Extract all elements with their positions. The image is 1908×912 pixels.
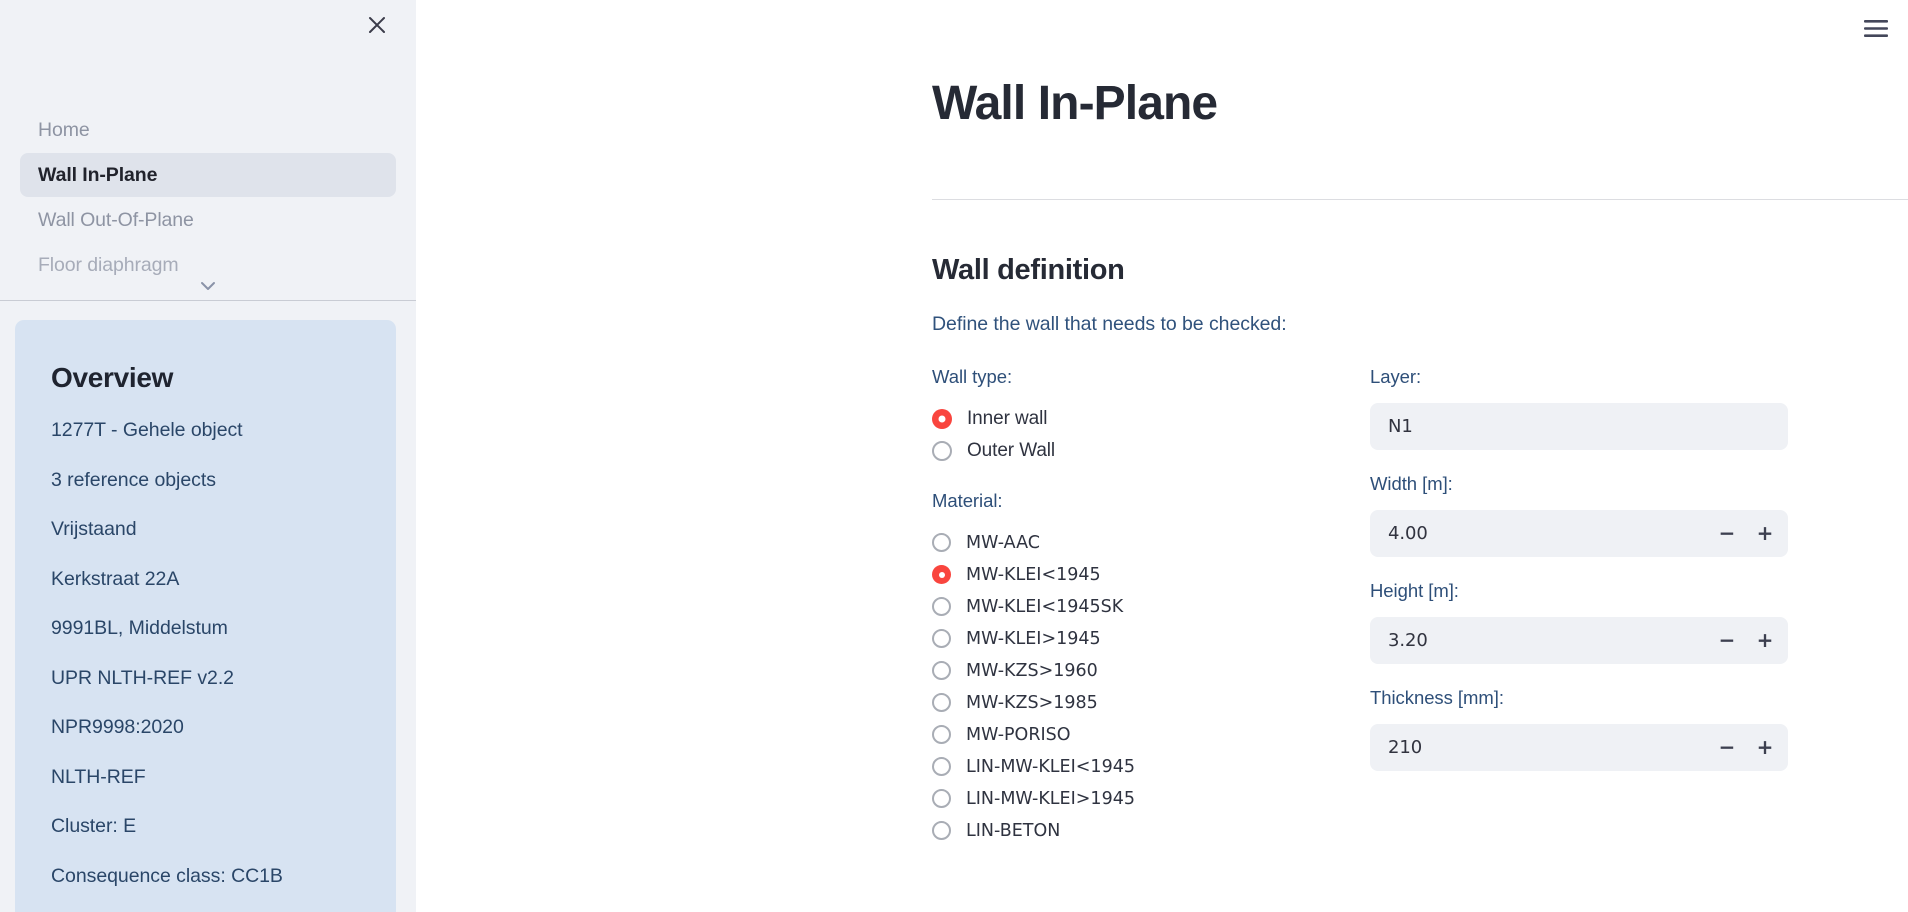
radio-option-outer-wall[interactable]: Outer Wall — [932, 435, 1370, 467]
radio-label: MW-KZS>1985 — [966, 692, 1098, 713]
width-decrement-button[interactable]: − — [1718, 518, 1736, 548]
page-title: Wall In-Plane — [932, 77, 1218, 130]
radio-label: LIN-BETON — [966, 820, 1061, 841]
radio-lin-mw-klei-gt-1945-icon[interactable] — [932, 789, 951, 809]
overview-title: Overview — [51, 362, 174, 393]
radio-lin-beton-icon[interactable] — [932, 821, 951, 841]
sidebar-item-label: Home — [38, 118, 90, 141]
radio-mw-aac-icon[interactable] — [932, 533, 951, 553]
overview-line-upr: UPR NLTH-REF v2.2 — [51, 666, 234, 689]
form-column-left: Wall type: Inner wall Outer Wall Materia… — [932, 366, 1370, 870]
width-label: Width [m]: — [1370, 472, 1453, 494]
field-thickness: Thickness [mm]: 210 − + — [1370, 687, 1788, 771]
layer-value: N1 — [1388, 415, 1413, 437]
form-columns: Wall type: Inner wall Outer Wall Materia… — [932, 366, 1908, 870]
radio-option-mw-kzs-gt-1960[interactable]: MW-KZS>1960 — [932, 655, 1370, 687]
overview-panel: Overview 1277T - Gehele object 3 referen… — [15, 320, 396, 912]
overview-line-consequence-class: Consequence class: CC1B — [51, 864, 283, 887]
radio-label: MW-PORISO — [966, 724, 1071, 745]
sidebar-item-wall-out-of-plane[interactable]: Wall Out-Of-Plane — [20, 198, 396, 242]
overview-line-postcode-city: 9991BL, Middelstum — [51, 617, 228, 639]
radio-label: Outer Wall — [967, 439, 1056, 461]
layer-input[interactable]: N1 — [1370, 402, 1788, 450]
height-decrement-button[interactable]: − — [1718, 625, 1736, 655]
width-increment-button[interactable]: + — [1756, 518, 1774, 548]
main-content: Wall In-Plane Wall definition Define the… — [416, 0, 1908, 912]
radio-option-lin-mw-klei-lt-1945[interactable]: LIN-MW-KLEI<1945 — [932, 751, 1370, 783]
thickness-decrement-button[interactable]: − — [1718, 732, 1736, 762]
radio-label: LIN-MW-KLEI>1945 — [966, 788, 1135, 809]
thickness-stepper: − + — [1718, 724, 1774, 771]
overview-line-norm: NPR9998:2020 — [51, 716, 184, 738]
radio-option-lin-mw-klei-gt-1945[interactable]: LIN-MW-KLEI>1945 — [932, 783, 1370, 815]
radio-mw-kzs-gt-1985-icon[interactable] — [932, 693, 951, 713]
radio-option-mw-klei-lt-1945[interactable]: MW-KLEI<1945 — [932, 559, 1370, 591]
overview-line-building-type: Vrijstaand — [51, 518, 137, 540]
thickness-increment-button[interactable]: + — [1756, 732, 1774, 762]
content-column: Wall In-Plane Wall definition Define the… — [932, 0, 1908, 870]
material-radio-group: MW-AAC MW-KLEI<1945 MW-KLEI<1945SK MW-KL… — [932, 527, 1370, 847]
thickness-label: Thickness [mm]: — [1370, 686, 1504, 708]
radio-mw-poriso-icon[interactable] — [932, 725, 951, 745]
wall-type-radio-group: Inner wall Outer Wall — [932, 403, 1370, 467]
section-title-wall-definition: Wall definition — [932, 253, 1125, 286]
radio-inner-wall-icon[interactable] — [932, 408, 952, 429]
radio-option-mw-poriso[interactable]: MW-PORISO — [932, 719, 1370, 751]
radio-label: MW-KLEI<1945 — [966, 564, 1101, 585]
radio-outer-wall-icon[interactable] — [932, 440, 952, 461]
sidebar-item-label: Wall In-Plane — [38, 163, 158, 186]
radio-label: Inner wall — [967, 407, 1048, 429]
overview-line-object: 1277T - Gehele object — [51, 419, 243, 441]
radio-lin-mw-klei-lt-1945-icon[interactable] — [932, 757, 951, 777]
radio-label: MW-KLEI<1945SK — [966, 596, 1124, 617]
width-input[interactable]: 4.00 − + — [1370, 509, 1788, 557]
sidebar-item-label: Wall Out-Of-Plane — [38, 208, 194, 231]
sidebar: Home Wall In-Plane Wall Out-Of-Plane Flo… — [0, 0, 416, 912]
width-value: 4.00 — [1388, 522, 1428, 544]
radio-option-lin-beton[interactable]: LIN-BETON — [932, 815, 1370, 847]
height-increment-button[interactable]: + — [1756, 625, 1774, 655]
form-column-right: Layer: N1 Width [m]: 4.00 − + Height [m]… — [1370, 366, 1788, 870]
radio-mw-klei-lt-1945-icon[interactable] — [932, 565, 951, 585]
thickness-value: 210 — [1388, 736, 1423, 758]
radio-label: MW-KZS>1960 — [966, 660, 1098, 681]
height-value: 3.20 — [1388, 629, 1428, 651]
sidebar-item-label: Floor diaphragm — [38, 253, 179, 276]
radio-option-mw-aac[interactable]: MW-AAC — [932, 527, 1370, 559]
radio-option-mw-klei-lt-1945sk[interactable]: MW-KLEI<1945SK — [932, 591, 1370, 623]
close-icon[interactable] — [360, 8, 394, 42]
height-input[interactable]: 3.20 − + — [1370, 616, 1788, 664]
app-root: Home Wall In-Plane Wall Out-Of-Plane Flo… — [0, 0, 1908, 912]
title-divider — [932, 198, 1908, 200]
overview-line-street: Kerkstraat 22A — [51, 567, 180, 590]
radio-label: MW-KLEI>1945 — [966, 628, 1101, 649]
overview-line-cluster: Cluster: E — [51, 815, 137, 837]
material-label: Material: — [932, 489, 1003, 511]
sidebar-item-wall-in-plane[interactable]: Wall In-Plane — [20, 153, 396, 197]
radio-mw-klei-gt-1945-icon[interactable] — [932, 629, 951, 649]
section-description: Define the wall that needs to be checked… — [932, 312, 1287, 335]
field-height: Height [m]: 3.20 − + — [1370, 580, 1788, 664]
radio-mw-klei-lt-1945sk-icon[interactable] — [932, 597, 951, 617]
radio-label: LIN-MW-KLEI<1945 — [966, 756, 1135, 777]
field-layer: Layer: N1 — [1370, 366, 1788, 450]
overview-line-reference-objects: 3 reference objects — [51, 468, 216, 491]
layer-label: Layer: — [1370, 365, 1422, 387]
sidebar-divider — [0, 300, 416, 301]
chevron-down-icon[interactable] — [0, 281, 416, 291]
radio-option-mw-kzs-gt-1985[interactable]: MW-KZS>1985 — [932, 687, 1370, 719]
wall-type-label: Wall type: — [932, 365, 1013, 387]
radio-option-mw-klei-gt-1945[interactable]: MW-KLEI>1945 — [932, 623, 1370, 655]
radio-option-inner-wall[interactable]: Inner wall — [932, 403, 1370, 435]
overview-line-method: NLTH-REF — [51, 765, 146, 788]
radio-mw-kzs-gt-1960-icon[interactable] — [932, 661, 951, 681]
field-width: Width [m]: 4.00 − + — [1370, 473, 1788, 557]
radio-label: MW-AAC — [966, 532, 1040, 553]
height-label: Height [m]: — [1370, 579, 1459, 601]
thickness-input[interactable]: 210 − + — [1370, 723, 1788, 771]
sidebar-nav: Home Wall In-Plane Wall Out-Of-Plane Flo… — [0, 108, 416, 288]
width-stepper: − + — [1718, 510, 1774, 557]
height-stepper: − + — [1718, 617, 1774, 664]
sidebar-item-home[interactable]: Home — [20, 108, 396, 152]
